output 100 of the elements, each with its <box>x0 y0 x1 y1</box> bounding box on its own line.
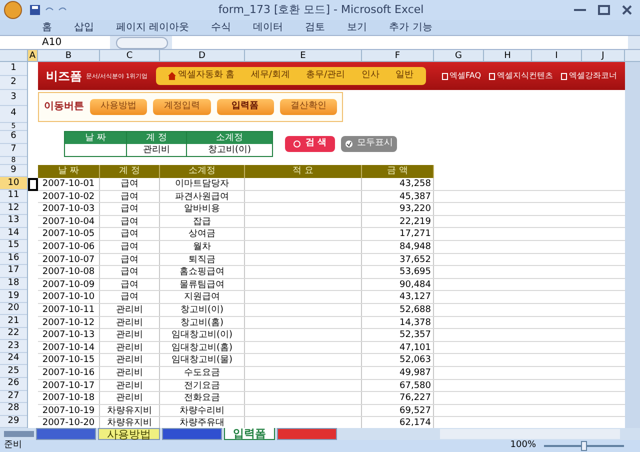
zoom-level: 100% <box>510 439 536 452</box>
nav-button[interactable]: 입력폼 <box>216 98 274 114</box>
row-header[interactable]: 12 <box>0 202 27 216</box>
row-header[interactable]: 7 <box>0 144 27 157</box>
header-link[interactable]: 엑셀지식컨텐츠 <box>489 70 553 82</box>
sheet-tab[interactable] <box>277 428 337 440</box>
sub-account-cell: 지원급여 <box>160 291 245 303</box>
sheet-tab[interactable] <box>162 428 222 440</box>
sheet-tab[interactable] <box>36 428 96 440</box>
nav-link[interactable]: 일반 <box>395 69 414 83</box>
row-header[interactable]: 18 <box>0 278 27 290</box>
nav-button[interactable]: 계정입력 <box>153 98 210 114</box>
minimize-button[interactable] <box>574 9 586 11</box>
maximize-button[interactable] <box>598 5 610 15</box>
date-cell: 2007-10-09 <box>38 278 100 290</box>
sub-account-cell: 임대창고비(홈) <box>160 342 245 354</box>
column-header[interactable]: A <box>28 50 38 61</box>
office-button[interactable] <box>4 1 22 19</box>
row-header[interactable]: 2 <box>0 76 27 90</box>
name-box[interactable]: A10 <box>0 36 110 49</box>
row-header[interactable]: 15 <box>0 240 27 253</box>
horizontal-scrollbar[interactable] <box>440 429 620 439</box>
nav-link[interactable]: 총무/관리 <box>306 69 346 83</box>
amount-cell: 93,220 <box>362 203 434 215</box>
column-header[interactable]: C <box>100 50 160 61</box>
ribbon-tab[interactable]: 홈 <box>42 20 52 35</box>
row-header[interactable]: 28 <box>0 403 27 416</box>
column-header[interactable]: H <box>484 50 532 61</box>
nav-button[interactable]: 사용방법 <box>90 98 148 114</box>
nav-link[interactable]: 인사 <box>361 69 380 83</box>
sub-account-cell: 수도요금 <box>160 366 245 378</box>
sub-account-cell: 파견사원급여 <box>160 190 245 202</box>
row-header[interactable]: 21 <box>0 315 27 328</box>
row-header[interactable]: 14 <box>0 228 27 240</box>
amount-cell: 37,652 <box>362 254 434 266</box>
row-header[interactable]: 10 <box>0 177 27 190</box>
nav-link[interactable]: 세무/회계 <box>250 69 290 83</box>
ribbon-tab[interactable]: 수식 <box>211 20 232 35</box>
date-cell: 2007-10-03 <box>38 203 100 215</box>
column-header[interactable]: I <box>532 50 582 61</box>
row-header[interactable]: 24 <box>0 352 27 366</box>
formula-field[interactable] <box>172 36 628 49</box>
ribbon-tab[interactable]: 보기 <box>347 20 368 35</box>
row-header[interactable]: 20 <box>0 302 27 316</box>
row-header[interactable]: 22 <box>0 328 27 340</box>
sub-account-cell: 창고비(이) <box>160 304 245 316</box>
ribbon-tab[interactable]: 추가 기능 <box>389 20 432 35</box>
ribbon-tab[interactable]: 삽입 <box>74 20 94 35</box>
ribbon-tab[interactable]: 페이지 레이아웃 <box>116 20 190 35</box>
nav-link[interactable]: 엑셀자동화 홈 <box>168 69 235 83</box>
row-header[interactable]: 27 <box>0 390 27 404</box>
save-icon[interactable] <box>30 5 40 15</box>
row-header[interactable]: 11 <box>0 190 27 203</box>
show-all-button[interactable]: 모두표시 <box>341 136 397 152</box>
close-icon[interactable] <box>622 5 632 15</box>
account-cell: 급여 <box>100 190 160 202</box>
row-header[interactable]: 6 <box>0 130 27 144</box>
nav-button[interactable]: 결산확인 <box>280 98 337 114</box>
vertical-scrollbar[interactable] <box>625 62 640 428</box>
sub-account-cell: 월차 <box>160 240 245 253</box>
search-button[interactable]: 검 색 <box>285 136 335 152</box>
sub-account-cell: 전기요금 <box>160 380 245 392</box>
row-header[interactable]: 13 <box>0 215 27 228</box>
active-cell[interactable] <box>28 178 38 191</box>
table-header: 금 액 <box>362 165 434 178</box>
column-header[interactable]: G <box>434 50 484 61</box>
row-header[interactable]: 26 <box>0 378 27 390</box>
row-header[interactable]: 3 <box>0 90 27 106</box>
amount-cell: 52,357 <box>362 329 434 341</box>
zoom-slider-thumb[interactable] <box>581 441 587 451</box>
ribbon-tab[interactable]: 데이터 <box>253 20 284 35</box>
column-header[interactable]: J <box>582 50 625 61</box>
row-header[interactable]: 16 <box>0 252 27 266</box>
row-header[interactable]: 25 <box>0 365 27 378</box>
table-header: 적 요 <box>245 165 362 178</box>
header-link[interactable]: 엑셀FAQ <box>442 70 481 82</box>
amount-cell: 53,695 <box>362 266 434 278</box>
formula-button[interactable] <box>116 36 168 48</box>
sheet-tab[interactable]: 사용방법 <box>98 428 160 440</box>
column-header[interactable]: B <box>38 50 100 61</box>
header-link[interactable]: 엑셀강좌코너 <box>561 70 617 82</box>
date-cell: 2007-10-11 <box>38 304 100 316</box>
document-icon <box>442 72 448 80</box>
account-cell: 관리비 <box>100 342 160 354</box>
column-header[interactable]: E <box>245 50 362 61</box>
row-header[interactable]: 4 <box>0 106 27 123</box>
column-header[interactable]: D <box>160 50 245 61</box>
account-cell: 관리비 <box>100 329 160 341</box>
row-header[interactable]: 1 <box>0 62 27 76</box>
row-header[interactable]: 19 <box>0 290 27 303</box>
column-header[interactable]: F <box>362 50 434 61</box>
tab-scroll-buttons[interactable] <box>4 431 34 437</box>
sub-account-cell: 임대창고비(물) <box>160 354 245 366</box>
window-title: form_173 [호환 모드] - Microsoft Excel <box>217 2 425 18</box>
sheet-tab[interactable]: 입력폼 <box>224 428 275 440</box>
row-header[interactable]: 23 <box>0 340 27 353</box>
move-label: 이동버튼 <box>44 100 84 114</box>
ribbon-tab[interactable]: 검토 <box>305 20 326 35</box>
row-header[interactable]: 17 <box>0 265 27 278</box>
filter-label: 소계정 <box>187 132 272 144</box>
